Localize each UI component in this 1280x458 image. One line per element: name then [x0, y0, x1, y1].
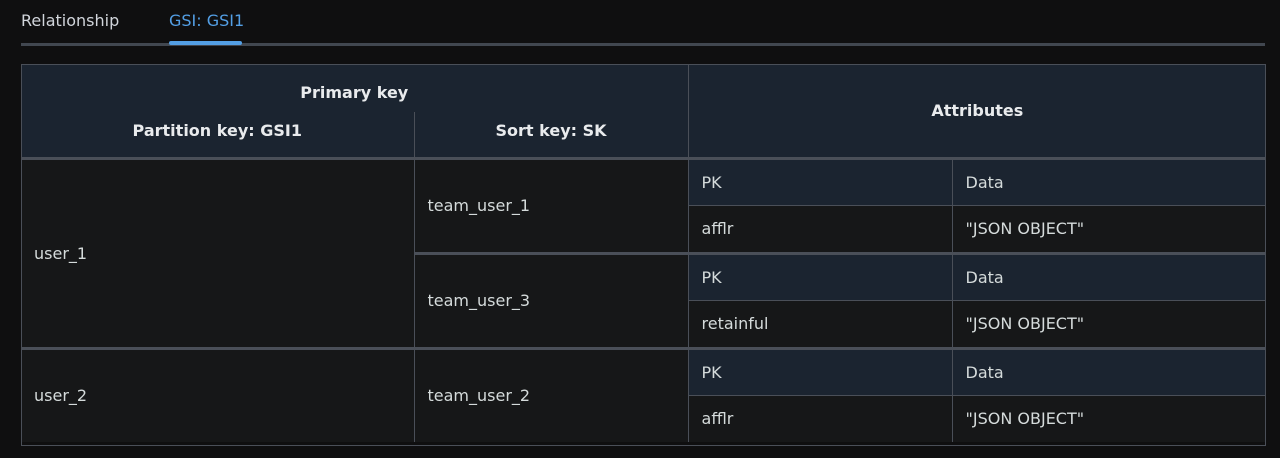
sort-key-header: Sort key: SK: [413, 112, 689, 160]
active-tab-indicator: [169, 41, 242, 45]
table-cell-partition: user_2: [21, 348, 414, 442]
tab-bar: Relationship GSI: GSI1: [21, 0, 1265, 46]
table-cell-sort: team_user_2: [413, 348, 689, 442]
table-cell-partition: user_1: [21, 158, 414, 350]
attr-header-data: Data: [951, 348, 1267, 396]
attributes-header: Attributes: [687, 64, 1267, 160]
attr-header-pk: PK: [687, 348, 953, 396]
attr-value-pk: afflr: [687, 205, 953, 255]
attr-header-pk: PK: [687, 158, 953, 206]
primary-key-header: Primary key: [21, 64, 689, 112]
gsi-data-table: Primary key Attributes Partition key: GS…: [21, 64, 1267, 442]
attr-value-pk: afflr: [687, 395, 953, 442]
attr-value-data: "JSON OBJECT": [951, 395, 1267, 442]
attr-header-pk: PK: [687, 253, 953, 301]
attr-header-data: Data: [951, 158, 1267, 206]
table-cell-sort: team_user_1: [413, 158, 689, 255]
attr-value-data: "JSON OBJECT": [951, 300, 1267, 350]
attr-header-data: Data: [951, 253, 1267, 301]
table-cell-sort: team_user_3: [413, 253, 689, 350]
tab-gsi1[interactable]: GSI: GSI1: [169, 11, 244, 31]
attr-value-pk: retainful: [687, 300, 953, 350]
tab-relationship[interactable]: Relationship: [21, 11, 119, 31]
attr-value-data: "JSON OBJECT": [951, 205, 1267, 255]
partition-key-header: Partition key: GSI1: [21, 112, 414, 160]
